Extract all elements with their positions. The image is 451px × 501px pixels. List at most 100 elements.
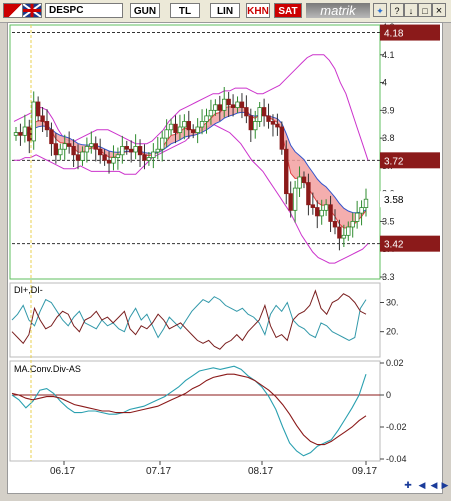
x-tick-label: 09.17 (352, 466, 377, 477)
di-tick-label: 30. (386, 298, 399, 308)
x-tick-label: 07.17 (146, 466, 171, 477)
macd-tick-label: -0.04 (386, 454, 407, 464)
help-button[interactable]: ? (390, 3, 404, 17)
candle-body (332, 221, 338, 228)
candle-body (310, 204, 316, 208)
candle-body (84, 146, 90, 153)
first-page-icon[interactable]: ✚ (402, 479, 414, 491)
price-tag-label: 3.58 (384, 195, 404, 206)
candle-body (182, 121, 187, 128)
candle-body (261, 107, 267, 117)
candle-body (195, 126, 200, 133)
last-page-icon[interactable]: ▶ (439, 479, 451, 491)
matrik-logo: matrik (306, 3, 370, 18)
candle-body (297, 176, 302, 189)
macd-tick-label: 0.02 (386, 358, 404, 368)
candle-body (191, 129, 196, 133)
candle-body (239, 101, 245, 108)
candle-body (235, 101, 240, 108)
macd-tick-label: 0 (386, 390, 391, 400)
price-panel (9, 24, 381, 280)
candle-body (248, 115, 254, 131)
candle-body (124, 146, 129, 150)
period-button-gun[interactable]: GUN (130, 3, 160, 18)
di-panel-title: DI+,DI- (14, 285, 43, 295)
price-tick-label: 3.3 (382, 272, 395, 282)
maximize-icon[interactable]: □ (418, 3, 432, 17)
close-button[interactable]: × (432, 3, 446, 17)
di-panel (9, 282, 381, 358)
candle-body (164, 129, 169, 139)
chart-window: DESPC GUN TL LIN KHN SAT matrik ✦ ? ↓ □ … (0, 0, 451, 501)
macd-panel-title: MA.Conv.Div-AS (14, 364, 81, 374)
candle-body (22, 126, 28, 136)
candle-body (115, 154, 121, 158)
candle-body (62, 143, 67, 150)
candle-body (80, 151, 85, 161)
candle-body (354, 212, 360, 222)
x-tick-label: 08.17 (248, 466, 273, 477)
x-tick-label: 06.17 (50, 466, 75, 477)
candle-body (363, 198, 369, 208)
candle-body (97, 148, 103, 156)
candle-body (89, 143, 94, 147)
price-tick-label: 3.9 (382, 105, 395, 115)
twitter-icon[interactable]: ✦ (373, 3, 387, 17)
candle-body (186, 121, 191, 131)
macd-tick-label: -0.02 (386, 422, 407, 432)
price-tick-label: 3.8 (382, 133, 395, 143)
candle-body (270, 121, 276, 125)
di-tick-label: 20. (386, 327, 399, 337)
candle-body (275, 123, 280, 128)
candle-body (142, 154, 147, 161)
candle-body (306, 182, 311, 206)
candle-body (133, 146, 138, 153)
candle-body (40, 115, 45, 122)
candle-body (128, 148, 134, 153)
chart-svg: 4.24.143.93.83.73.63.53.43.34.183.723.58… (9, 22, 440, 477)
candle-body (160, 137, 165, 150)
candle-body (266, 115, 271, 122)
sat-button[interactable]: SAT (274, 3, 302, 18)
candle-body (222, 98, 227, 111)
khn-button[interactable]: KHN (246, 3, 270, 18)
candle-body (253, 121, 258, 131)
pin-icon[interactable]: ↓ (404, 3, 418, 17)
candle-body (173, 123, 178, 133)
symbol-field[interactable]: DESPC (45, 3, 123, 18)
candle-body (204, 115, 209, 122)
candle-body (155, 148, 160, 153)
candle-body (111, 157, 116, 164)
candle-body (102, 154, 107, 161)
candle-body (168, 123, 174, 131)
price-tag-label: 3.72 (384, 156, 404, 167)
candle-body (13, 132, 19, 136)
price-tick-label: 3.5 (382, 216, 395, 226)
chart-frame: 4.24.143.93.83.73.63.53.43.34.183.723.58… (7, 22, 443, 494)
candle-body (106, 159, 112, 164)
price-tick-label: 4.1 (382, 50, 395, 60)
candle-body (301, 176, 307, 183)
candle-body (120, 146, 125, 156)
candle-body (323, 204, 329, 211)
candle-body (279, 126, 285, 150)
candle-body (66, 143, 72, 147)
candle-body (346, 226, 351, 236)
candle-body (44, 121, 50, 131)
scale-button-lin[interactable]: LIN (210, 3, 240, 18)
flag-uk-icon[interactable] (22, 3, 42, 18)
macd-panel (9, 360, 381, 462)
candle-body (257, 107, 262, 122)
candle-body (58, 148, 63, 156)
candle-body (284, 148, 289, 195)
candle-body (177, 126, 183, 133)
prev-page-icon[interactable]: ◀ (416, 479, 428, 491)
candle-body (292, 187, 298, 211)
toolbar: DESPC GUN TL LIN KHN SAT matrik ✦ ? ↓ □ … (0, 0, 451, 23)
period-button-tl[interactable]: TL (170, 3, 200, 18)
candle-body (35, 101, 41, 117)
candle-body (208, 109, 214, 117)
price-tag-label: 4.18 (384, 29, 404, 40)
price-tag-label: 3.42 (384, 240, 404, 251)
candle-body (71, 146, 76, 156)
